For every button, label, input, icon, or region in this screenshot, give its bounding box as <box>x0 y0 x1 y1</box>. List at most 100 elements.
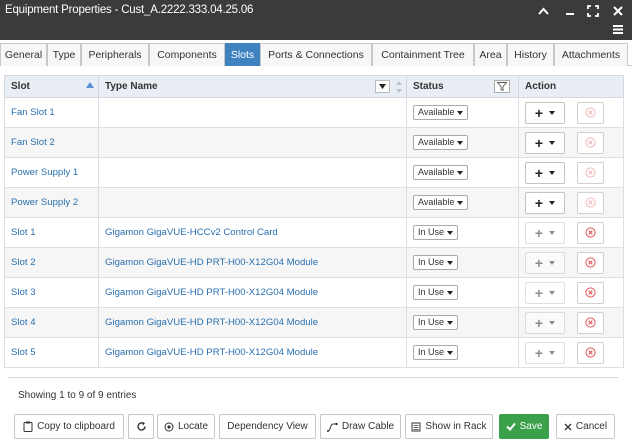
plus-icon: + <box>534 344 544 361</box>
type-name-cell[interactable] <box>98 127 407 158</box>
cancel-button[interactable]: Cancel <box>556 414 615 439</box>
refresh-icon <box>136 421 146 431</box>
type-name-cell[interactable]: Gigamon GigaVUE-HD PRT-H00-X12G04 Module <box>98 337 407 368</box>
action-group: + <box>525 101 623 124</box>
cable-icon <box>326 422 338 432</box>
slot-cell[interactable]: Slot 1 <box>4 217 99 248</box>
status-select[interactable]: In Use <box>413 315 459 330</box>
slot-cell[interactable]: Slot 5 <box>4 337 99 368</box>
plus-icon: + <box>534 164 544 181</box>
add-component-button[interactable]: + <box>525 251 565 274</box>
remove-button[interactable] <box>577 341 604 364</box>
add-component-button[interactable]: + <box>525 191 565 214</box>
menu-icon[interactable] <box>611 22 625 36</box>
tab-peripherals[interactable]: Peripherals <box>81 43 149 66</box>
column-header-status[interactable]: Status <box>406 75 519 98</box>
save-button[interactable]: Save <box>499 414 549 439</box>
chevron-down-icon <box>447 290 454 295</box>
tab-attachments[interactable]: Attachments <box>554 43 628 66</box>
show-in-rack-button[interactable]: Show in Rack <box>405 414 493 439</box>
chevron-down-icon <box>549 320 556 325</box>
plus-icon: + <box>534 284 544 301</box>
column-header-type-name[interactable]: Type Name <box>98 75 407 98</box>
tab-general[interactable]: General <box>0 43 47 66</box>
locate-button[interactable]: Locate <box>157 414 215 439</box>
draw-cable-button[interactable]: Draw Cable <box>320 414 401 439</box>
type-name-cell[interactable] <box>98 157 407 188</box>
locate-icon <box>164 422 174 431</box>
status-select[interactable]: Available <box>413 135 469 150</box>
add-component-button[interactable]: + <box>525 341 565 364</box>
tab-ports-connections[interactable]: Ports & Connections <box>260 43 372 66</box>
filter-icon[interactable] <box>494 80 510 93</box>
dependency-view-button[interactable]: Dependency View <box>219 414 316 439</box>
tab-type[interactable]: Type <box>47 43 81 66</box>
copy-to-clipboard-button[interactable]: Copy to clipboard <box>14 414 124 439</box>
status-select[interactable]: In Use <box>413 285 459 300</box>
type-filter-dropdown[interactable] <box>375 80 390 93</box>
collapse-icon[interactable] <box>536 4 550 18</box>
tab-history[interactable]: History <box>507 43 554 66</box>
close-icon[interactable] <box>611 4 625 18</box>
sort-icon[interactable] <box>396 80 402 94</box>
column-header-action: Action <box>518 75 624 98</box>
remove-circle-icon <box>585 197 596 208</box>
type-name-cell[interactable] <box>98 97 407 128</box>
maximize-icon[interactable] <box>586 4 600 18</box>
add-component-button[interactable]: + <box>525 221 565 244</box>
status-select[interactable]: Available <box>413 195 469 210</box>
chevron-down-icon <box>549 200 556 205</box>
type-name-cell[interactable]: Gigamon GigaVUE-HCCv2 Control Card <box>98 217 407 248</box>
type-name-cell[interactable] <box>98 187 407 218</box>
slot-cell[interactable]: Slot 4 <box>4 307 99 338</box>
slot-cell[interactable]: Power Supply 2 <box>4 187 99 218</box>
action-cell: + <box>518 97 624 128</box>
tab-area[interactable]: Area <box>474 43 507 66</box>
add-component-button[interactable]: + <box>525 161 565 184</box>
slot-cell[interactable]: Slot 2 <box>4 247 99 278</box>
remove-button[interactable] <box>577 161 604 184</box>
status-cell: Available <box>406 97 519 128</box>
table-row: Slot 2 Gigamon GigaVUE-HD PRT-H00-X12G04 … <box>4 247 624 278</box>
remove-button[interactable] <box>577 221 604 244</box>
type-name-cell[interactable]: Gigamon GigaVUE-HD PRT-H00-X12G04 Module <box>98 247 407 278</box>
remove-button[interactable] <box>577 251 604 274</box>
tab-containment-tree[interactable]: Containment Tree <box>372 43 474 66</box>
refresh-button[interactable] <box>128 414 154 439</box>
status-cell: In Use <box>406 247 519 278</box>
sort-ascending-icon <box>86 82 94 88</box>
status-select[interactable]: In Use <box>413 255 459 270</box>
column-header-slot[interactable]: Slot <box>4 75 99 98</box>
slot-cell[interactable]: Fan Slot 2 <box>4 127 99 158</box>
tab-slots[interactable]: Slots <box>225 43 260 66</box>
chevron-down-icon <box>457 200 464 205</box>
chevron-down-icon <box>447 320 454 325</box>
add-component-button[interactable]: + <box>525 131 565 154</box>
chevron-down-icon <box>549 350 556 355</box>
chevron-down-icon <box>457 110 464 115</box>
status-select[interactable]: In Use <box>413 225 459 240</box>
remove-button[interactable] <box>577 281 604 304</box>
tab-components[interactable]: Components <box>149 43 225 66</box>
remove-circle-icon <box>585 287 596 298</box>
add-component-button[interactable]: + <box>525 101 565 124</box>
status-select[interactable]: Available <box>413 105 469 120</box>
minimize-icon[interactable] <box>563 4 577 18</box>
status-select[interactable]: In Use <box>413 345 459 360</box>
add-component-button[interactable]: + <box>525 311 565 334</box>
remove-button[interactable] <box>577 311 604 334</box>
plus-icon: + <box>534 134 544 151</box>
add-component-button[interactable]: + <box>525 281 565 304</box>
slot-cell[interactable]: Fan Slot 1 <box>4 97 99 128</box>
cancel-x-icon <box>564 423 572 430</box>
type-name-cell[interactable]: Gigamon GigaVUE-HD PRT-H00-X12G04 Module <box>98 307 407 338</box>
slot-cell[interactable]: Power Supply 1 <box>4 157 99 188</box>
remove-circle-icon <box>585 317 596 328</box>
remove-button[interactable] <box>577 131 604 154</box>
remove-button[interactable] <box>577 101 604 124</box>
type-name-cell[interactable]: Gigamon GigaVUE-HD PRT-H00-X12G04 Module <box>98 277 407 308</box>
slot-cell[interactable]: Slot 3 <box>4 277 99 308</box>
remove-button[interactable] <box>577 191 604 214</box>
status-select[interactable]: Available <box>413 165 469 180</box>
action-group: + <box>525 191 623 214</box>
